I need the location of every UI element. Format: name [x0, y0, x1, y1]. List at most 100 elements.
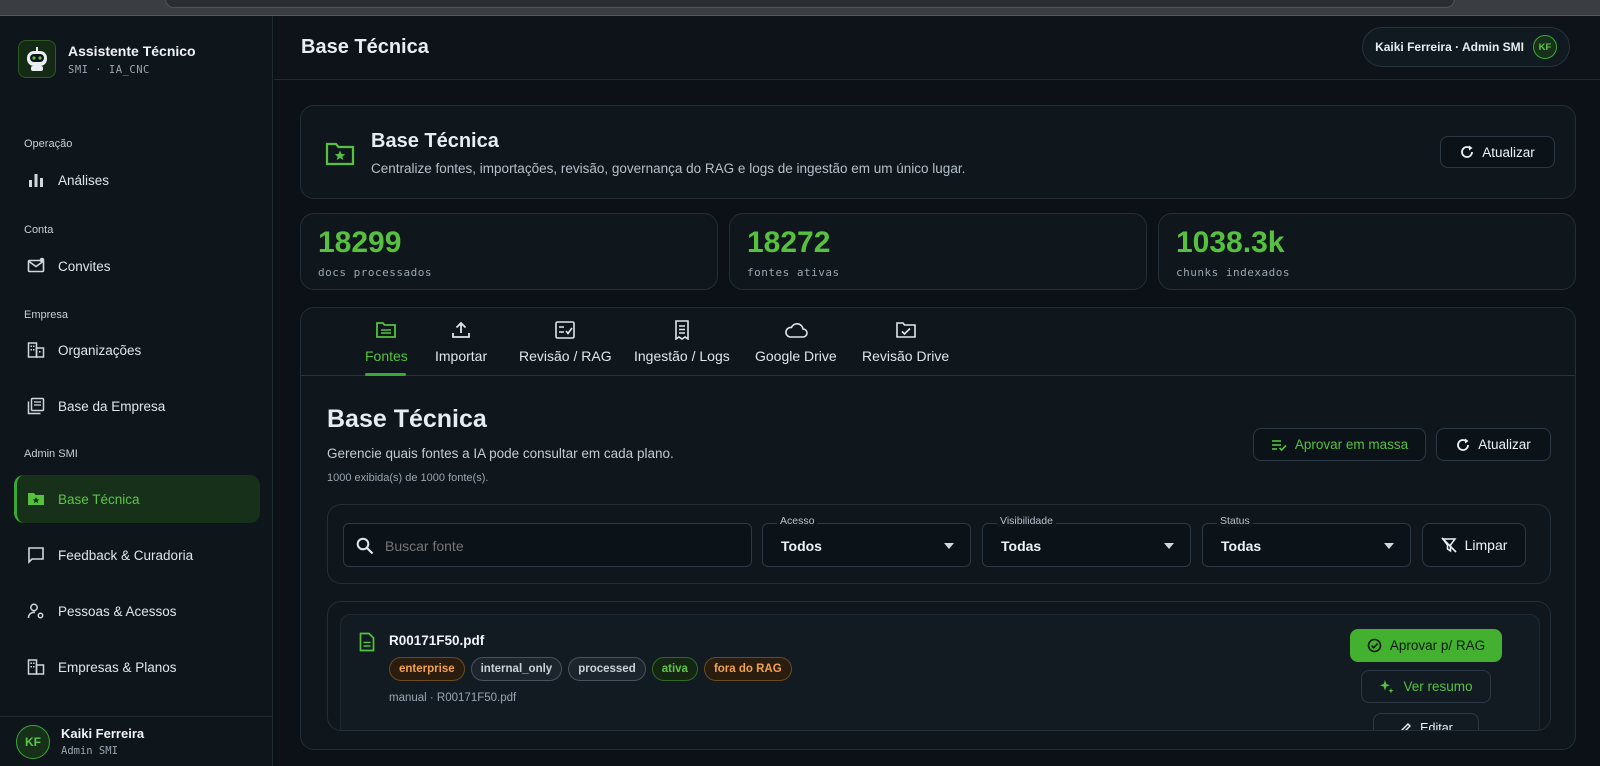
tab-google-drive[interactable]: Google Drive	[755, 318, 837, 364]
tab-label: Fontes	[365, 348, 408, 364]
list-item[interactable]: R00171F50.pdf enterprise internal_only p…	[340, 614, 1540, 731]
summary-label: Ver resumo	[1403, 679, 1473, 694]
panel-description: Gerencie quais fontes a IA pode consulta…	[327, 446, 674, 461]
source-list: R00171F50.pdf enterprise internal_only p…	[327, 601, 1551, 731]
refresh-label: Atualizar	[1482, 144, 1535, 160]
browser-address-bar[interactable]	[165, 0, 1455, 8]
stat-label: chunks indexados	[1176, 266, 1290, 279]
visibility-select-label: Visibilidade	[997, 515, 1056, 527]
tab-label: Importar	[435, 348, 488, 364]
folder-star-icon	[26, 489, 46, 509]
edit-button[interactable]: Editar	[1373, 713, 1479, 731]
bulk-approve-label: Aprovar em massa	[1294, 437, 1409, 452]
folder-check-icon	[895, 318, 917, 342]
sidebar-item-feedback-curadoria[interactable]: Feedback & Curadoria	[14, 531, 260, 579]
sidebar-item-label: Análises	[58, 172, 110, 188]
tab-revisao-rag[interactable]: Revisão / RAG	[519, 318, 612, 364]
sidebar-item-label: Feedback & Curadoria	[58, 547, 194, 563]
tab-ingestao-logs[interactable]: Ingestão / Logs	[634, 318, 730, 364]
tag-plan: enterprise	[389, 657, 465, 681]
sidebar-item-convites[interactable]: Convites	[14, 242, 260, 290]
section-label-empresa: Empresa	[24, 309, 69, 321]
approve-rag-button[interactable]: Aprovar p/ RAG	[1350, 629, 1502, 662]
search-field[interactable]	[343, 523, 752, 567]
receipt-icon	[673, 318, 691, 342]
clear-filters-button[interactable]: Limpar	[1422, 523, 1526, 567]
hero-title: Base Técnica	[371, 130, 499, 152]
tab-label: Ingestão / Logs	[634, 348, 730, 364]
visibility-select-value: Todas	[1001, 538, 1042, 554]
sidebar-user[interactable]: KF Kaiki Ferreira Admin SMI	[0, 716, 273, 766]
bulk-approve-button[interactable]: Aprovar em massa	[1253, 428, 1426, 461]
approve-label: Aprovar p/ RAG	[1389, 638, 1486, 653]
tab-label: Revisão Drive	[862, 348, 950, 364]
tag-processing: processed	[568, 657, 646, 681]
checklist-icon	[555, 318, 576, 342]
building-icon	[26, 340, 46, 360]
mail-icon	[26, 256, 46, 276]
sidebar-item-base-da-empresa[interactable]: Base da Empresa	[14, 382, 260, 430]
hero-description: Centralize fontes, importações, revisão,…	[371, 161, 966, 176]
refresh-icon	[1456, 438, 1470, 452]
source-name: R00171F50.pdf	[389, 633, 485, 648]
stat-card-sources: 18272 fontes ativas	[729, 213, 1147, 290]
sidebar-item-empresas-planos[interactable]: Empresas & Planos	[14, 643, 260, 691]
source-meta: manual · R00171F50.pdf	[389, 692, 517, 704]
avatar: KF	[1533, 35, 1557, 59]
check-circle-icon	[1367, 638, 1382, 653]
browser-chrome-strip	[0, 0, 1600, 16]
search-input[interactable]	[385, 534, 735, 558]
person-gear-icon	[26, 601, 46, 621]
main-panel: Fontes Importar Revisão / RAG Ingestão /…	[300, 307, 1576, 750]
section-label-admin-smi: Admin SMI	[24, 448, 78, 460]
view-summary-button[interactable]: Ver resumo	[1361, 670, 1491, 703]
sidebar-item-base-tecnica[interactable]: Base Técnica	[14, 475, 260, 523]
bar-chart-icon	[26, 170, 46, 190]
active-tab-indicator	[365, 373, 406, 376]
topbar: Base Técnica Kaiki Ferreira · Admin SMI …	[274, 16, 1600, 80]
brand[interactable]: Assistente Técnico SMI · IA_CNC	[18, 40, 196, 78]
sidebar-user-role: Admin SMI	[61, 745, 118, 757]
panel-refresh-button[interactable]: Atualizar	[1436, 428, 1551, 461]
visibility-select[interactable]: Visibilidade Todas	[982, 515, 1191, 567]
source-tags: enterprise internal_only processed ativa…	[389, 657, 798, 681]
tab-importar[interactable]: Importar	[435, 318, 487, 364]
filter-bar: Acesso Todos Visibilidade Todas Status T…	[327, 504, 1551, 584]
tab-revisao-drive[interactable]: Revisão Drive	[862, 318, 949, 364]
folder-open-icon	[375, 318, 397, 342]
sidebar-user-name: Kaiki Ferreira	[61, 726, 145, 741]
sidebar-item-organizacoes[interactable]: Organizações	[14, 326, 260, 374]
tab-label: Google Drive	[755, 348, 837, 364]
tab-fontes[interactable]: Fontes	[365, 318, 408, 364]
sidebar-item-label: Organizações	[58, 342, 142, 358]
status-select-value: Todas	[1221, 538, 1262, 554]
user-menu-chip[interactable]: Kaiki Ferreira · Admin SMI KF	[1362, 27, 1570, 67]
tag-rag: fora do RAG	[703, 657, 792, 681]
brand-subtitle: SMI · IA_CNC	[68, 63, 150, 76]
status-select[interactable]: Status Todas	[1202, 515, 1411, 567]
cloud-icon	[784, 318, 808, 342]
section-label-operacao: Operação	[24, 138, 73, 150]
sidebar-item-label: Base Técnica	[58, 491, 140, 507]
tag-visibility: internal_only	[470, 657, 563, 681]
sidebar: Assistente Técnico SMI · IA_CNC Operação…	[0, 16, 273, 766]
tab-bar: Fontes Importar Revisão / RAG Ingestão /…	[301, 308, 1575, 376]
user-chip-label: Kaiki Ferreira · Admin SMI	[1375, 40, 1524, 54]
refresh-icon	[1460, 145, 1474, 159]
stat-card-docs: 18299 docs processados	[300, 213, 718, 290]
caret-down-icon	[1164, 543, 1174, 549]
upload-icon	[451, 318, 471, 342]
stat-label: docs processados	[318, 266, 432, 279]
hero-refresh-button[interactable]: Atualizar	[1440, 136, 1555, 168]
search-icon	[356, 537, 374, 560]
edit-label: Editar	[1420, 721, 1453, 731]
avatar: KF	[16, 724, 50, 759]
sidebar-item-label: Base da Empresa	[58, 398, 166, 414]
caret-down-icon	[1384, 543, 1394, 549]
sidebar-item-pessoas-acessos[interactable]: Pessoas & Acessos	[14, 587, 260, 635]
tag-status: ativa	[651, 657, 698, 681]
sidebar-item-analises[interactable]: Análises	[14, 156, 260, 204]
access-select-value: Todos	[781, 538, 822, 554]
access-select[interactable]: Acesso Todos	[762, 515, 971, 567]
robot-logo-icon	[18, 40, 56, 78]
